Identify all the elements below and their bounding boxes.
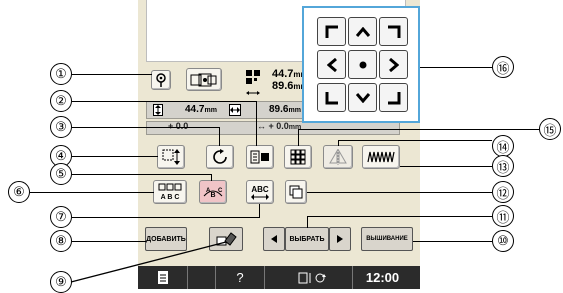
callout-13: ⑬ (492, 155, 514, 177)
move-up-left-key[interactable] (317, 17, 346, 46)
density-button[interactable] (246, 145, 274, 169)
callout-7: ⑦ (50, 206, 72, 228)
move-up-key[interactable] (348, 17, 377, 46)
callout-line-5-drop (211, 174, 213, 181)
callout-line-16 (420, 67, 492, 69)
callout-line-9 (70, 238, 230, 284)
move-center-key[interactable] (348, 50, 377, 79)
width-value-text: 89.6mm (269, 104, 301, 115)
callout-line-5 (72, 174, 212, 176)
callout-line-4 (72, 156, 158, 158)
callout-line-2 (72, 101, 257, 103)
callout-line-13 (400, 166, 492, 168)
callout-14: ⑭ (492, 135, 514, 157)
move-down-right-key[interactable] (379, 83, 408, 112)
callout-15: ⑮ (539, 118, 561, 140)
embroider-button[interactable]: ВЫШИВАНИЕ (361, 227, 413, 251)
character-spacing-button[interactable]: ABC (246, 180, 274, 204)
help-label: ? (236, 270, 244, 285)
callout-line-1 (72, 74, 152, 76)
select-button[interactable]: ВЫБРАТЬ (285, 227, 329, 251)
select-button-label: ВЫБРАТЬ (289, 235, 325, 243)
callout-16: ⑯ (492, 56, 514, 78)
callout-line-11 (307, 216, 492, 218)
callout-12: ⑫ (492, 181, 514, 203)
border-button[interactable] (284, 145, 312, 169)
callout-line-15-drop (298, 129, 300, 146)
stitch-density-button[interactable] (362, 145, 400, 169)
callout-6: ⑥ (8, 181, 30, 203)
pattern-size-icon (246, 70, 260, 84)
callout-line-2-drop (256, 101, 258, 146)
callout-11: ⑪ (492, 205, 514, 227)
callout-line-7 (72, 217, 260, 219)
svg-text:A: A (206, 188, 211, 194)
curve-text-button[interactable]: BA C (199, 180, 227, 204)
callout-line-14 (338, 140, 492, 142)
svg-text:B: B (210, 192, 215, 199)
height-arrow-icon (153, 104, 163, 116)
mirror-image-button[interactable] (323, 145, 353, 169)
machine-status-icon[interactable] (289, 266, 337, 289)
needle-position-icon[interactable] (151, 70, 171, 90)
array-button[interactable]: A B C (153, 180, 187, 204)
callout-2: ② (50, 90, 72, 112)
callout-line-14-drop (338, 140, 340, 146)
vertical-offset-text: + 0.0 (168, 121, 189, 131)
callout-1: ① (50, 63, 72, 85)
callout-line-11-drop (307, 216, 309, 228)
callout-line-15 (298, 129, 539, 131)
abc-label: ABC (251, 184, 269, 194)
callout-5: ⑤ (50, 163, 72, 185)
callout-10: ⑩ (492, 230, 514, 252)
select-next-button[interactable] (329, 227, 351, 251)
callout-3: ③ (50, 116, 72, 138)
rotate-button[interactable] (206, 145, 234, 169)
select-prev-button[interactable] (263, 227, 285, 251)
callout-line-7-rise (259, 204, 261, 218)
callout-9: ⑨ (50, 271, 72, 293)
move-down-left-key[interactable] (317, 83, 346, 112)
callout-line-3 (72, 127, 220, 129)
horizontal-offset-text: ↔ + 0.0mm (257, 121, 302, 131)
move-up-right-key[interactable] (379, 17, 408, 46)
clock: 12:00 (352, 266, 412, 289)
callout-line-12 (307, 192, 492, 194)
width-size-icon (229, 104, 241, 116)
callout-8: ⑧ (50, 230, 72, 252)
svg-text:A B C: A B C (161, 194, 180, 201)
callout-line-10 (413, 241, 492, 243)
callout-line-6 (30, 192, 154, 194)
callout-line-3-drop (219, 127, 221, 146)
size-button[interactable] (157, 145, 185, 169)
height-value-text: 44.7mm (185, 104, 217, 115)
presser-foot-icon[interactable] (186, 68, 222, 91)
width-arrow-icon (246, 84, 260, 95)
move-left-key[interactable] (317, 50, 346, 79)
move-down-key[interactable] (348, 83, 377, 112)
copy-frame-button[interactable] (285, 180, 307, 204)
svg-text:C: C (218, 188, 223, 194)
embroider-button-label: ВЫШИВАНИЕ (366, 236, 408, 242)
move-right-key[interactable] (379, 50, 408, 79)
